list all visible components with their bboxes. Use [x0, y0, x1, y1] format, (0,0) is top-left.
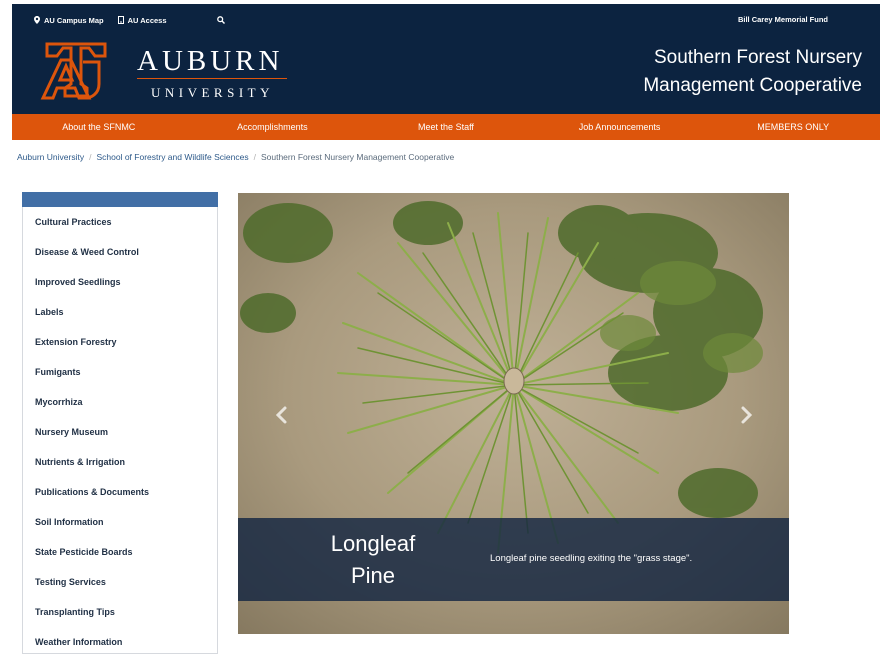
breadcrumb-school[interactable]: School of Forestry and Wildlife Sciences — [96, 152, 248, 162]
au-access-label: AU Access — [127, 15, 167, 25]
slide-description: Longleaf pine seedling exiting the "gras… — [490, 553, 693, 564]
sidebar-item-cultural-practices[interactable]: Cultural Practices — [23, 207, 217, 237]
sidebar-item-transplanting-tips[interactable]: Transplanting Tips — [23, 597, 217, 627]
logo-divider — [137, 78, 287, 79]
image-slideshow[interactable]: Longleaf Pine Longleaf pine seedling exi… — [238, 193, 789, 634]
chevron-left-icon[interactable] — [272, 405, 292, 425]
memorial-fund-link[interactable]: Bill Carey Memorial Fund — [738, 15, 828, 24]
chevron-right-icon[interactable] — [736, 405, 756, 425]
nav-members-only[interactable]: MEMBERS ONLY — [706, 122, 880, 132]
au-access-link[interactable]: AU Access — [117, 15, 167, 25]
logo-wordmark: AUBURN — [137, 45, 284, 77]
sidebar-item-weather-information[interactable]: Weather Information — [23, 627, 217, 657]
sidebar-header-bar — [22, 192, 218, 207]
sidebar-item-nutrients-irrigation[interactable]: Nutrients & Irrigation — [23, 447, 217, 477]
nav-meet-the-staff[interactable]: Meet the Staff — [359, 122, 533, 132]
sidebar-item-extension-forestry[interactable]: Extension Forestry — [23, 327, 217, 357]
campus-map-link[interactable]: AU Campus Map — [34, 16, 104, 25]
nav-job-announcements[interactable]: Job Announcements — [533, 122, 707, 132]
breadcrumb-separator: / — [89, 152, 92, 162]
sidebar-item-improved-seedlings[interactable]: Improved Seedlings — [23, 267, 217, 297]
nav-accomplishments[interactable]: Accomplishments — [186, 122, 360, 132]
slide-title-line1: Longleaf — [330, 531, 416, 556]
sidebar-item-nursery-museum[interactable]: Nursery Museum — [23, 417, 217, 447]
nav-about[interactable]: About the SFNMC — [12, 122, 186, 132]
breadcrumb-auburn[interactable]: Auburn University — [17, 152, 84, 162]
search-button[interactable] — [216, 16, 225, 24]
search-icon — [216, 16, 225, 24]
campus-map-label: AU Campus Map — [44, 15, 104, 25]
map-pin-icon — [34, 16, 40, 24]
main-nav: About the SFNMC Accomplishments Meet the… — [12, 114, 880, 140]
sidebar-menu: Cultural Practices Disease & Weed Contro… — [22, 192, 218, 654]
site-title-line1: Southern Forest Nursery — [653, 47, 862, 68]
sidebar-item-labels[interactable]: Labels — [23, 297, 217, 327]
logo-text: AUBURN UNIVERSITY — [137, 46, 289, 101]
site-title[interactable]: Southern Forest Nursery Management Coope… — [562, 44, 862, 100]
sidebar-item-disease-weed-control[interactable]: Disease & Weed Control — [23, 237, 217, 267]
breadcrumb: Auburn University / School of Forestry and… — [17, 152, 454, 162]
logo-university: UNIVERSITY — [151, 85, 274, 100]
slide-title-line2: Pine — [350, 563, 396, 588]
au-monogram-icon — [40, 42, 107, 100]
breadcrumb-current: Southern Forest Nursery Management Coope… — [260, 152, 455, 162]
utility-bar: AU Campus Map AU Access — [34, 13, 225, 27]
breadcrumb-separator: / — [253, 152, 256, 162]
site-header: AU Campus Map AU Access Bill Carey Memor… — [12, 4, 880, 114]
auburn-logo[interactable]: AUBURN UNIVERSITY — [40, 42, 289, 112]
lock-icon — [117, 16, 124, 24]
sidebar-item-soil-information[interactable]: Soil Information — [23, 507, 217, 537]
sidebar-item-testing-services[interactable]: Testing Services — [23, 567, 217, 597]
site-title-line2: Management Cooperative — [643, 75, 862, 96]
sidebar-item-mycorrhiza[interactable]: Mycorrhiza — [23, 387, 217, 417]
slide-caption: Longleaf Pine Longleaf pine seedling exi… — [238, 518, 789, 601]
slide-title: Longleaf Pine — [308, 528, 438, 592]
sidebar-item-publications-documents[interactable]: Publications & Documents — [23, 477, 217, 507]
sidebar-item-fumigants[interactable]: Fumigants — [23, 357, 217, 387]
sidebar-item-state-pesticide-boards[interactable]: State Pesticide Boards — [23, 537, 217, 567]
